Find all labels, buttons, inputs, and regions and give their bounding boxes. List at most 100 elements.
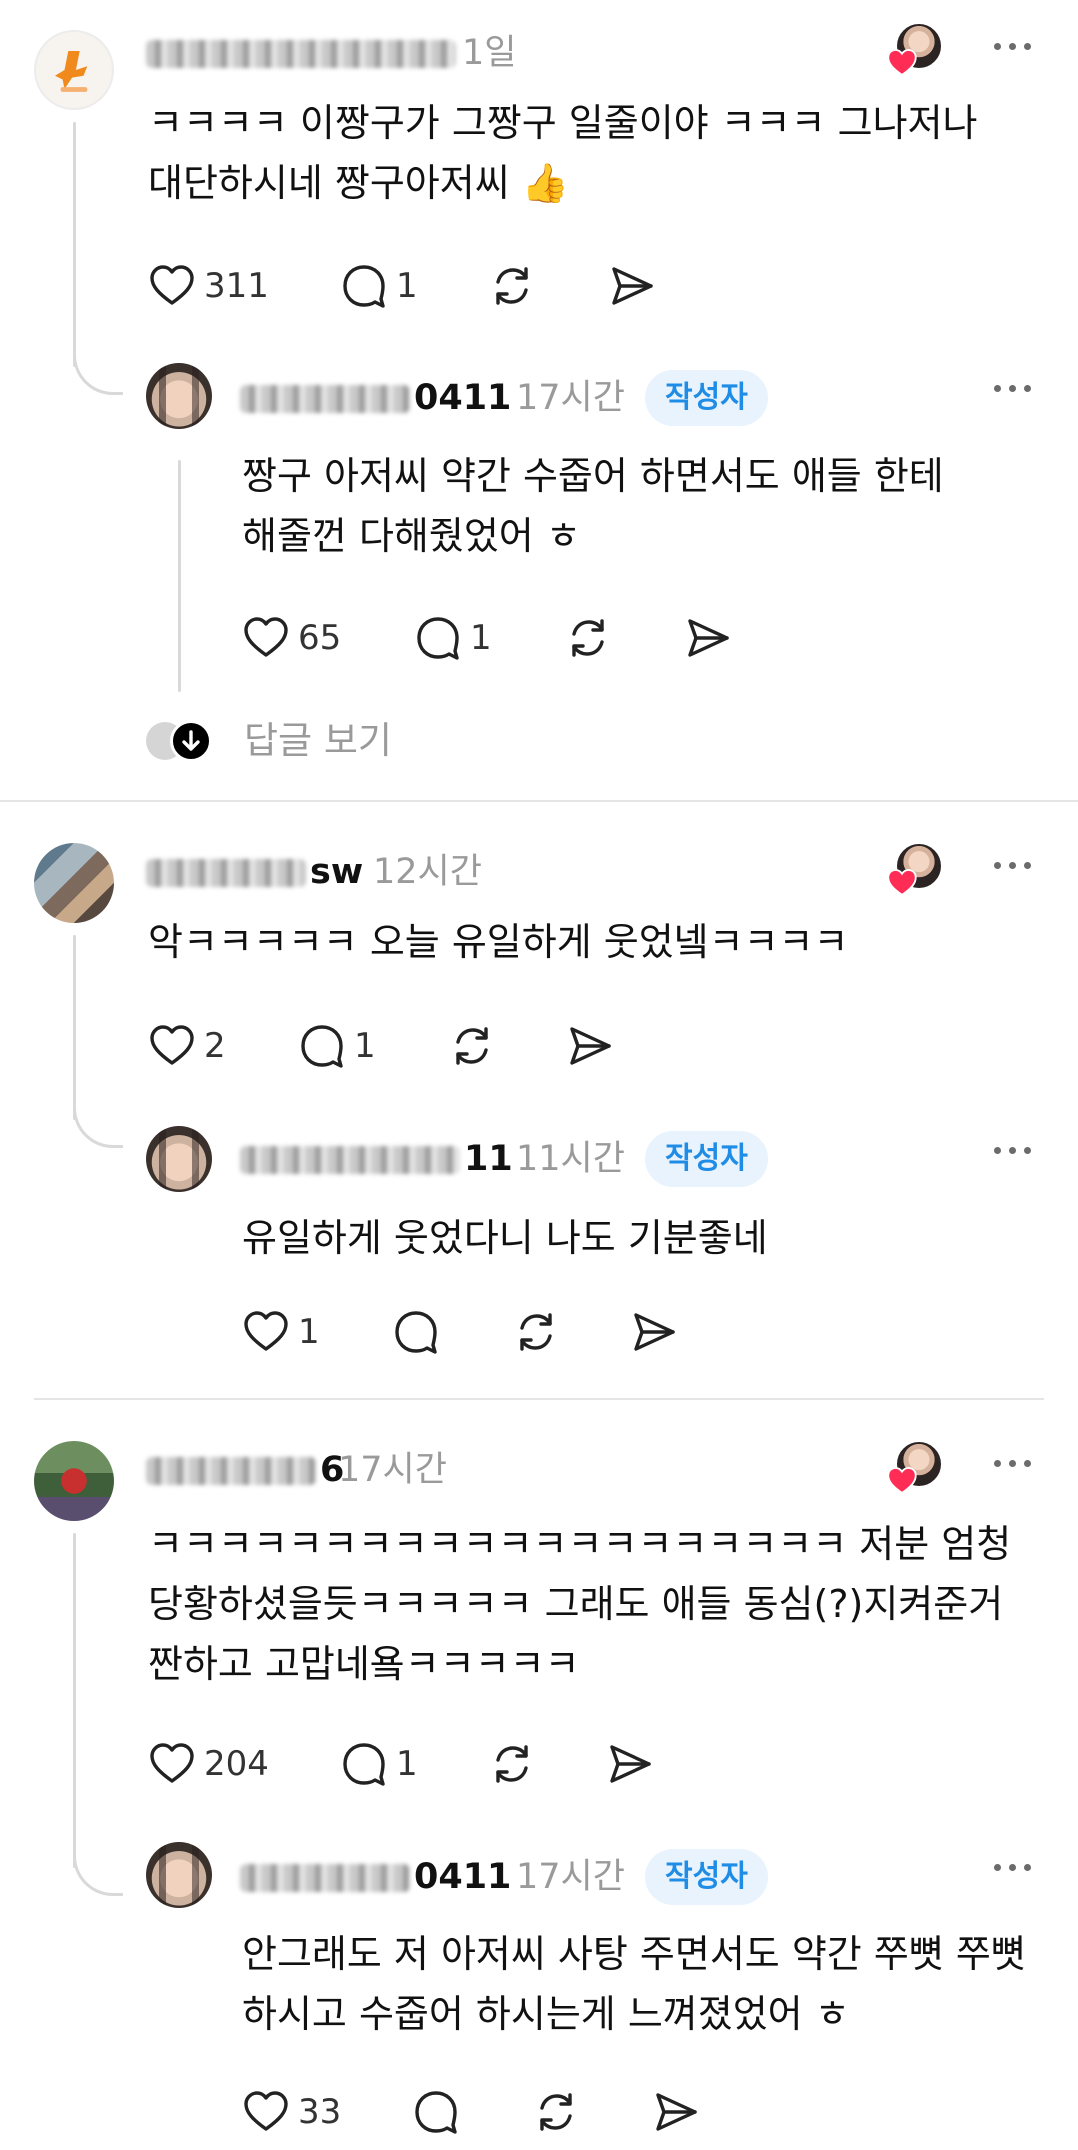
more-dots-icon[interactable]	[990, 380, 1036, 396]
reply-count: 1	[354, 1026, 376, 1066]
comment-text-line: 대단하시네 짱구아저씨 👍	[148, 161, 570, 205]
thread-line	[73, 935, 76, 1120]
heart-outline-icon	[148, 1022, 196, 1070]
speech-bubble-icon	[298, 1022, 346, 1070]
avatar[interactable]	[146, 1842, 212, 1908]
avatar[interactable]	[34, 843, 114, 923]
comment-text-line: 당황하셨을듯ㅋㅋㅋㅋㅋ 그래도 애들 동심(?)지켜준거	[148, 1582, 1004, 1626]
share-button[interactable]	[566, 1022, 614, 1070]
repost-button[interactable]	[488, 262, 536, 310]
heart-outline-icon	[242, 2088, 290, 2136]
like-button[interactable]: 204	[148, 1740, 269, 1788]
reply-count: 1	[396, 1744, 418, 1784]
reply-button[interactable]: 1	[414, 614, 492, 662]
share-button[interactable]	[608, 262, 656, 310]
send-icon	[652, 2088, 700, 2136]
comment-text-line: 해줄껀 다해줬었어 ㅎ	[242, 514, 581, 558]
speech-bubble-icon	[340, 1740, 388, 1788]
more-dots-icon[interactable]	[990, 1859, 1036, 1875]
author-badge: 작성자	[645, 1849, 768, 1905]
comment-time: 17시간	[338, 1450, 447, 1490]
heart-outline-icon	[148, 262, 196, 310]
more-dots-icon[interactable]	[990, 1142, 1036, 1158]
send-icon	[606, 1740, 654, 1788]
orange-logo-icon	[55, 51, 88, 92]
comment-text-line: 짠하고 고맙네욬ㅋㅋㅋㅋㅋ	[148, 1642, 580, 1686]
thread-line	[178, 460, 181, 692]
avatar[interactable]	[146, 363, 212, 429]
share-button[interactable]	[606, 1740, 654, 1788]
send-icon	[684, 614, 732, 662]
like-button[interactable]: 33	[242, 2088, 341, 2136]
view-replies-label[interactable]: 답글 보기	[244, 716, 392, 766]
speech-bubble-icon	[392, 1308, 440, 1356]
repost-icon	[512, 1308, 560, 1356]
comment-time: 17시간	[516, 1857, 625, 1897]
share-button[interactable]	[684, 614, 732, 662]
comment-time: 11시간	[516, 1139, 625, 1179]
like-button[interactable]: 311	[148, 262, 269, 310]
view-replies-button[interactable]	[146, 716, 216, 766]
reply-button[interactable]: 1	[340, 262, 418, 310]
repost-button[interactable]	[488, 1740, 536, 1788]
arrow-down-icon	[170, 720, 212, 762]
author-liked-heart-icon	[887, 1466, 917, 1496]
repost-button[interactable]	[532, 2088, 580, 2136]
username[interactable]: sw	[146, 852, 363, 892]
send-icon	[608, 262, 656, 310]
repost-icon	[488, 262, 536, 310]
comment-text-line: 안그래도 저 아저씨 사탕 주면서도 약간 쭈뼛 쭈뼛	[242, 1932, 1026, 1976]
reply-button[interactable]: 1	[298, 1022, 376, 1070]
repost-icon	[564, 614, 612, 662]
comment-time: 12시간	[373, 852, 482, 892]
comment-divider	[34, 1398, 1044, 1400]
comment-text-line: ㅋㅋㅋㅋ 이짱구가 그짱구 일줄이야 ㅋㅋㅋ 그나저나	[148, 101, 978, 145]
repost-button[interactable]	[512, 1308, 560, 1356]
author-liked-heart-icon	[887, 48, 917, 78]
username[interactable]	[146, 33, 460, 73]
like-button[interactable]: 65	[242, 614, 341, 662]
username[interactable]: 6	[146, 1450, 344, 1490]
reply-button[interactable]	[392, 1308, 440, 1356]
comment-text-line: 유일하게 웃었다니 나도 기분좋네	[242, 1216, 768, 1260]
like-count: 33	[298, 2092, 342, 2132]
author-liked-heart-icon	[887, 868, 917, 898]
speech-bubble-icon	[340, 262, 388, 310]
more-dots-icon[interactable]	[990, 1455, 1036, 1471]
reply-button[interactable]	[412, 2088, 460, 2136]
send-icon	[566, 1022, 614, 1070]
comment-text-line: 하시고 수줍어 하시는게 느껴졌었어 ㅎ	[242, 1992, 850, 2036]
reply-button[interactable]: 1	[340, 1740, 418, 1788]
repost-button[interactable]	[448, 1022, 496, 1070]
share-button[interactable]	[630, 1308, 678, 1356]
author-liked-indicator	[887, 22, 943, 78]
like-count: 311	[204, 266, 269, 306]
heart-outline-icon	[148, 1740, 196, 1788]
thread-line	[73, 1533, 76, 1868]
repost-icon	[488, 1740, 536, 1788]
more-dots-icon[interactable]	[990, 38, 1036, 54]
avatar[interactable]	[34, 30, 114, 110]
more-dots-icon[interactable]	[990, 857, 1036, 873]
like-button[interactable]: 2	[148, 1022, 226, 1070]
share-button[interactable]	[652, 2088, 700, 2136]
speech-bubble-icon	[412, 2088, 460, 2136]
username[interactable]: 0411	[240, 378, 511, 418]
comment-time: 1일	[462, 33, 517, 73]
author-badge: 작성자	[645, 370, 768, 426]
heart-outline-icon	[242, 614, 290, 662]
comment-divider	[0, 800, 1078, 802]
repost-icon	[532, 2088, 580, 2136]
like-count: 2	[204, 1026, 226, 1066]
avatar[interactable]	[146, 1126, 212, 1192]
comment-text-line: 짱구 아저씨 약간 수줍어 하면서도 애들 한테	[242, 454, 944, 498]
comment-text-line: 악ㅋㅋㅋㅋㅋ 오늘 유일하게 웃었넼ㅋㅋㅋㅋ	[148, 920, 849, 964]
repost-button[interactable]	[564, 614, 612, 662]
like-count: 65	[298, 618, 342, 658]
avatar[interactable]	[34, 1441, 114, 1521]
username[interactable]: 0411	[240, 1857, 511, 1897]
username[interactable]: 11	[240, 1139, 513, 1179]
thread-connector	[73, 345, 123, 395]
like-button[interactable]: 1	[242, 1308, 320, 1356]
send-icon	[630, 1308, 678, 1356]
